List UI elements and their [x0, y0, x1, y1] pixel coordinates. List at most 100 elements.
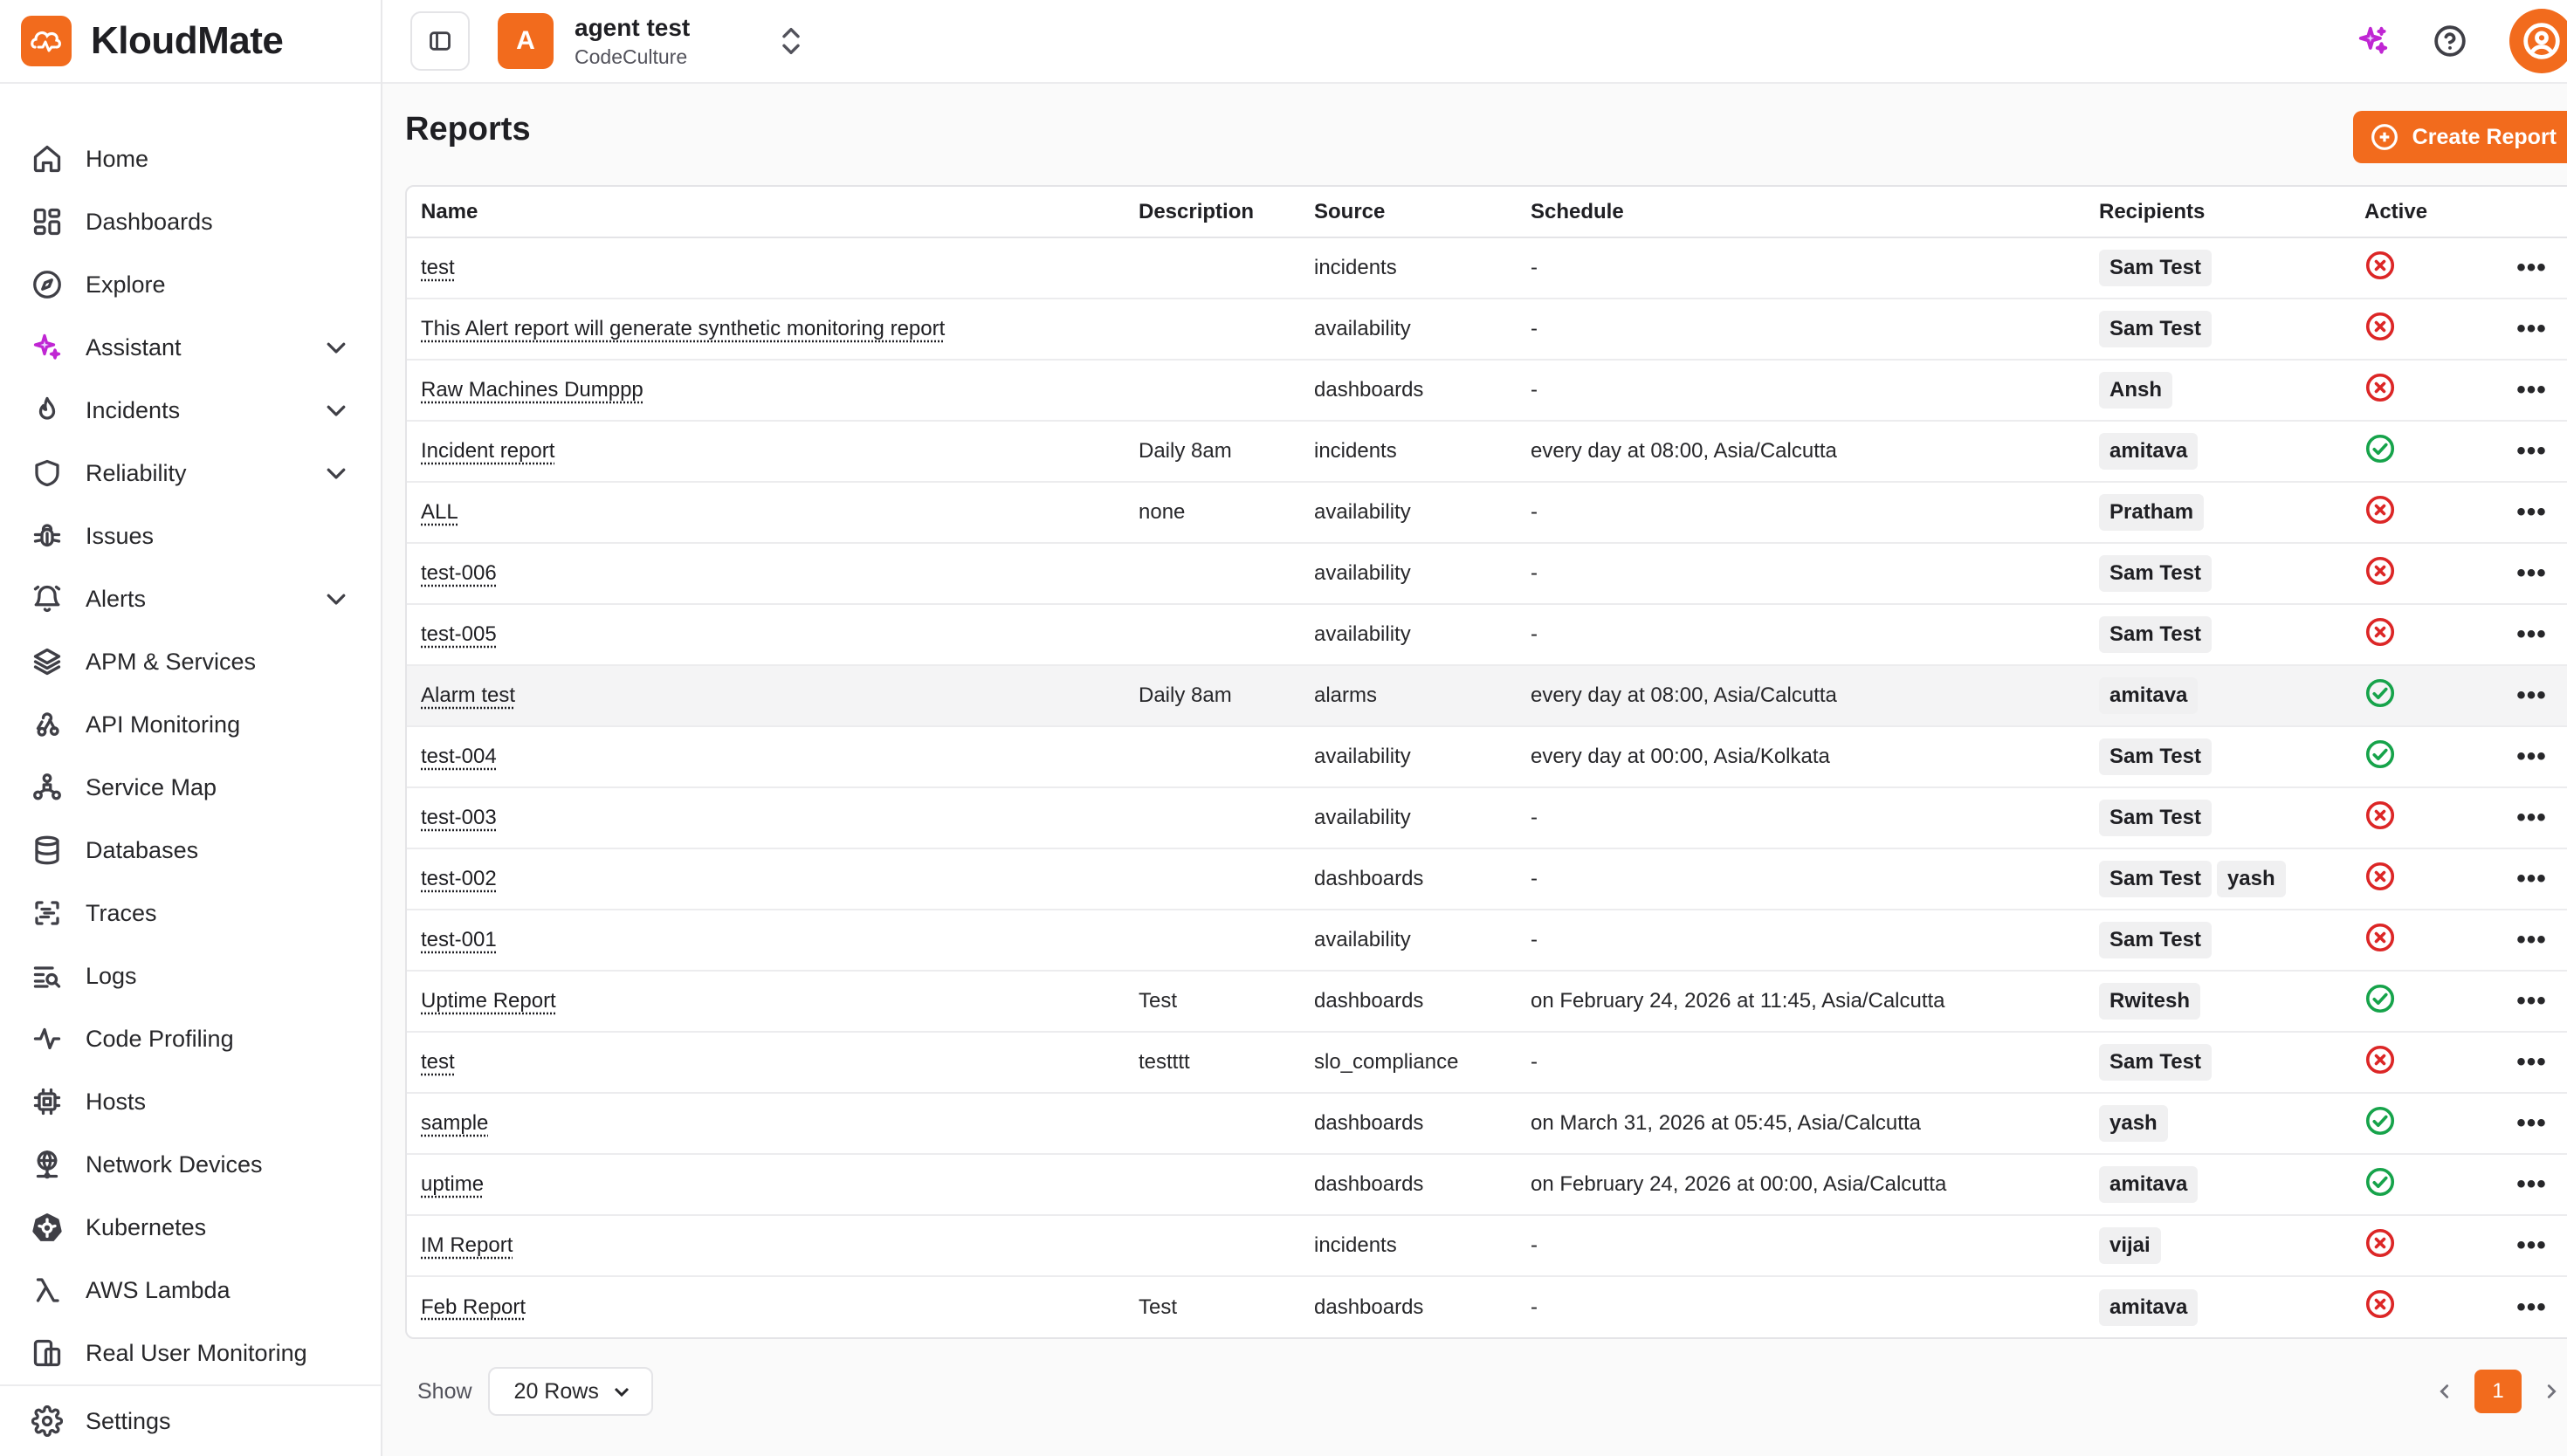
row-actions-button[interactable]: ••• — [2484, 299, 2567, 360]
table-row[interactable]: This Alert report will generate syntheti… — [407, 299, 2567, 360]
ai-sparkle-icon[interactable] — [2352, 20, 2394, 62]
report-name-link[interactable]: sample — [421, 1111, 488, 1135]
row-actions-button[interactable]: ••• — [2484, 726, 2567, 787]
row-actions-button[interactable]: ••• — [2484, 1276, 2567, 1337]
column-header-description[interactable]: Description — [1125, 187, 1300, 237]
report-name-link[interactable]: Incident report — [421, 439, 554, 463]
row-actions-button[interactable]: ••• — [2484, 237, 2567, 299]
table-row[interactable]: uptime dashboards on February 24, 2026 at … — [407, 1154, 2567, 1215]
row-actions-button[interactable]: ••• — [2484, 421, 2567, 482]
sidebar-toggle-button[interactable] — [410, 11, 470, 71]
report-name-link[interactable]: test-002 — [421, 867, 497, 890]
table-row[interactable]: test-003 availability - Sam Test ••• — [407, 787, 2567, 848]
table-row[interactable]: test-004 availability every day at 00:00, … — [407, 726, 2567, 787]
sidebar-item-alerts[interactable]: Alerts — [0, 567, 381, 630]
sidebar-item-api-monitoring[interactable]: API Monitoring — [0, 693, 381, 756]
page-title: Reports — [405, 111, 531, 148]
table-row[interactable]: Feb Report Test dashboards - amitava ••• — [407, 1276, 2567, 1337]
sidebar-item-traces[interactable]: Traces — [0, 882, 381, 944]
column-header-active[interactable]: Active — [2350, 187, 2484, 237]
chevron-down-icon[interactable] — [323, 460, 349, 486]
user-avatar[interactable] — [2509, 9, 2567, 73]
report-name-link[interactable]: IM Report — [421, 1233, 513, 1257]
report-name-link[interactable]: This Alert report will generate syntheti… — [421, 317, 945, 340]
sidebar-item-code-profiling[interactable]: Code Profiling — [0, 1007, 381, 1070]
brand-logo[interactable]: KloudMate — [0, 0, 381, 84]
sidebar-item-settings[interactable]: Settings — [0, 1386, 381, 1456]
sidebar-item-assistant[interactable]: Assistant — [0, 316, 381, 379]
report-name-link[interactable]: test-006 — [421, 561, 497, 585]
report-name-link[interactable]: test-005 — [421, 622, 497, 646]
sidebar-item-databases[interactable]: Databases — [0, 819, 381, 882]
report-name-link[interactable]: Uptime Report — [421, 989, 556, 1013]
sidebar-item-network-devices[interactable]: Network Devices — [0, 1133, 381, 1196]
report-name-link[interactable]: test — [421, 256, 455, 279]
row-actions-button[interactable]: ••• — [2484, 482, 2567, 543]
table-row[interactable]: test incidents - Sam Test ••• — [407, 237, 2567, 299]
sidebar-item-logs[interactable]: Logs — [0, 944, 381, 1007]
sidebar-item-explore[interactable]: Explore — [0, 253, 381, 316]
row-actions-button[interactable]: ••• — [2484, 665, 2567, 726]
help-icon[interactable] — [2429, 20, 2471, 62]
sidebar-item-real-user-monitoring[interactable]: Real User Monitoring — [0, 1322, 381, 1384]
table-row[interactable]: sample dashboards on March 31, 2026 at 05:… — [407, 1093, 2567, 1154]
sidebar-item-apm-and-services[interactable]: APM & Services — [0, 630, 381, 693]
report-name-link[interactable]: ALL — [421, 500, 458, 524]
sidebar-item-aws-lambda[interactable]: AWS Lambda — [0, 1259, 381, 1322]
org-switcher[interactable]: agent test CodeCulture — [575, 14, 690, 69]
table-row[interactable]: Raw Machines Dumppp dashboards - Ansh ••• — [407, 360, 2567, 421]
table-row[interactable]: test-001 availability - Sam Test ••• — [407, 910, 2567, 971]
report-name-link[interactable]: Feb Report — [421, 1295, 526, 1319]
report-name-link[interactable]: test-003 — [421, 806, 497, 829]
row-actions-button[interactable]: ••• — [2484, 1154, 2567, 1215]
sidebar-item-dashboards[interactable]: Dashboards — [0, 190, 381, 253]
row-actions-button[interactable]: ••• — [2484, 604, 2567, 665]
row-actions-button[interactable]: ••• — [2484, 543, 2567, 604]
chevron-up-down-icon[interactable] — [777, 24, 805, 58]
chevron-down-icon[interactable] — [323, 586, 349, 612]
report-name-link[interactable]: Alarm test — [421, 683, 515, 707]
sidebar-item-kubernetes[interactable]: Kubernetes — [0, 1196, 381, 1259]
sidebar-item-hosts[interactable]: Hosts — [0, 1070, 381, 1133]
row-actions-button[interactable]: ••• — [2484, 971, 2567, 1032]
sidebar-item-reliability[interactable]: Reliability — [0, 442, 381, 505]
column-header-source[interactable]: Source — [1300, 187, 1517, 237]
report-name-link[interactable]: test — [421, 1050, 455, 1074]
next-page-button[interactable] — [2534, 1374, 2567, 1409]
row-actions-button[interactable]: ••• — [2484, 1215, 2567, 1276]
chevron-down-icon[interactable] — [323, 334, 349, 361]
rows-per-page-select[interactable]: 20 Rows — [488, 1367, 653, 1416]
page-1-button[interactable]: 1 — [2474, 1370, 2522, 1413]
sidebar-item-issues[interactable]: Issues — [0, 505, 381, 567]
table-row[interactable]: Uptime Report Test dashboards on February 2… — [407, 971, 2567, 1032]
cell-name: test-002 — [407, 848, 1125, 910]
table-row[interactable]: test-006 availability - Sam Test ••• — [407, 543, 2567, 604]
sidebar-item-home[interactable]: Home — [0, 127, 381, 190]
table-row[interactable]: Incident report Daily 8am incidents every d… — [407, 421, 2567, 482]
row-actions-button[interactable]: ••• — [2484, 360, 2567, 421]
column-header-recipients[interactable]: Recipients — [2085, 187, 2350, 237]
sidebar-item-incidents[interactable]: Incidents — [0, 379, 381, 442]
row-actions-button[interactable]: ••• — [2484, 1032, 2567, 1093]
row-actions-button[interactable]: ••• — [2484, 1093, 2567, 1154]
table-row[interactable]: Alarm test Daily 8am alarms every day at 08… — [407, 665, 2567, 726]
report-name-link[interactable]: test-001 — [421, 928, 497, 951]
org-avatar[interactable]: A — [498, 13, 554, 69]
table-row[interactable]: test testttt slo_compliance - Sam Test ••• — [407, 1032, 2567, 1093]
prev-page-button[interactable] — [2427, 1374, 2462, 1409]
sidebar-item-service-map[interactable]: Service Map — [0, 756, 381, 819]
create-report-button[interactable]: Create Report — [2353, 111, 2567, 163]
chevron-down-icon[interactable] — [323, 397, 349, 423]
report-name-link[interactable]: uptime — [421, 1172, 484, 1196]
report-name-link[interactable]: test-004 — [421, 745, 497, 768]
row-actions-button[interactable]: ••• — [2484, 848, 2567, 910]
report-name-link[interactable]: Raw Machines Dumppp — [421, 378, 643, 402]
table-row[interactable]: IM Report incidents - vijai ••• — [407, 1215, 2567, 1276]
table-row[interactable]: test-002 dashboards - Sam Test yash ••• — [407, 848, 2567, 910]
row-actions-button[interactable]: ••• — [2484, 910, 2567, 971]
table-row[interactable]: test-005 availability - Sam Test ••• — [407, 604, 2567, 665]
table-row[interactable]: ALL none availability - Pratham ••• — [407, 482, 2567, 543]
row-actions-button[interactable]: ••• — [2484, 787, 2567, 848]
column-header-schedule[interactable]: Schedule — [1517, 187, 2085, 237]
column-header-name[interactable]: Name — [407, 187, 1125, 237]
